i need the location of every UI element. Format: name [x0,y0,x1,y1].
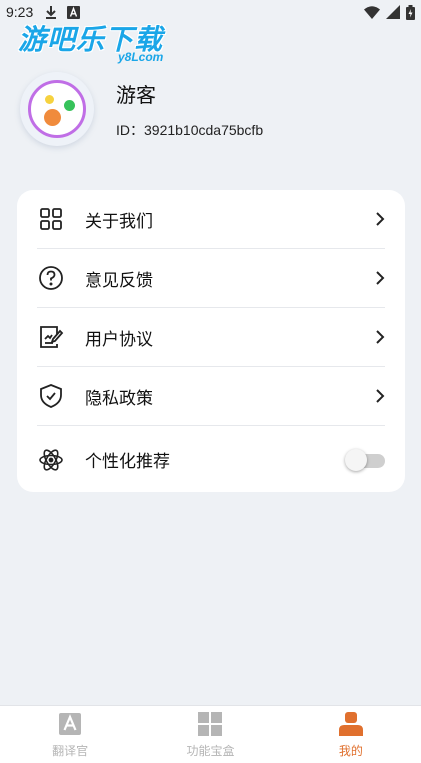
watermark-subtitle: y8Lcom [118,50,164,64]
nav-item-mine[interactable]: 我的 [281,706,421,763]
wifi-icon [364,5,380,19]
menu-item-label: 用户协议 [85,329,153,350]
menu-item-label: 隐私政策 [85,388,153,409]
menu-item-feedback[interactable]: 意见反馈 [37,249,385,308]
atom-icon [37,446,65,474]
shield-check-icon [37,382,65,410]
menu-item-label: 关于我们 [85,211,153,232]
bottom-nav: 翻译官 功能宝盒 我的 [0,705,421,763]
nav-label: 翻译官 [52,744,89,758]
menu-item-label: 个性化推荐 [85,452,170,472]
a-badge-icon [67,5,81,19]
menu-item-user-agreement[interactable]: 用户协议 [37,308,385,367]
document-edit-icon [37,323,65,351]
nav-item-toolbox[interactable]: 功能宝盒 [140,706,280,763]
chevron-right-icon [375,270,385,286]
menu-item-label: 意见反馈 [85,270,153,291]
question-circle-icon [37,264,65,292]
settings-menu-card: 关于我们 意见反馈 用户协议 隐私政策 个性化推荐 [17,190,405,492]
download-icon [45,5,57,19]
translate-icon [56,710,84,738]
battery-icon [406,4,415,20]
menu-item-privacy-policy[interactable]: 隐私政策 [37,367,385,426]
tiles-icon [196,710,224,738]
menu-item-about-us[interactable]: 关于我们 [37,190,385,249]
personalized-recommendation-toggle[interactable] [345,448,385,471]
nav-label: 功能宝盒 [186,744,235,758]
nav-item-translator[interactable]: 翻译官 [0,706,140,763]
chevron-right-icon [375,388,385,404]
chevron-right-icon [375,211,385,227]
avatar[interactable] [20,72,94,146]
menu-item-personalized-recommendation: 个性化推荐 [37,430,385,489]
profile-id: ID：3921b10cda75bcfb [116,121,264,138]
chevron-right-icon [375,329,385,345]
grid-icon [37,205,65,233]
nav-label: 我的 [338,744,363,758]
avatar-image [28,80,86,138]
profile-header: 游客 ID：3921b10cda75bcfb [20,72,263,146]
profile-name: 游客 [116,82,156,107]
signal-icon [386,5,400,19]
person-icon [337,710,365,738]
